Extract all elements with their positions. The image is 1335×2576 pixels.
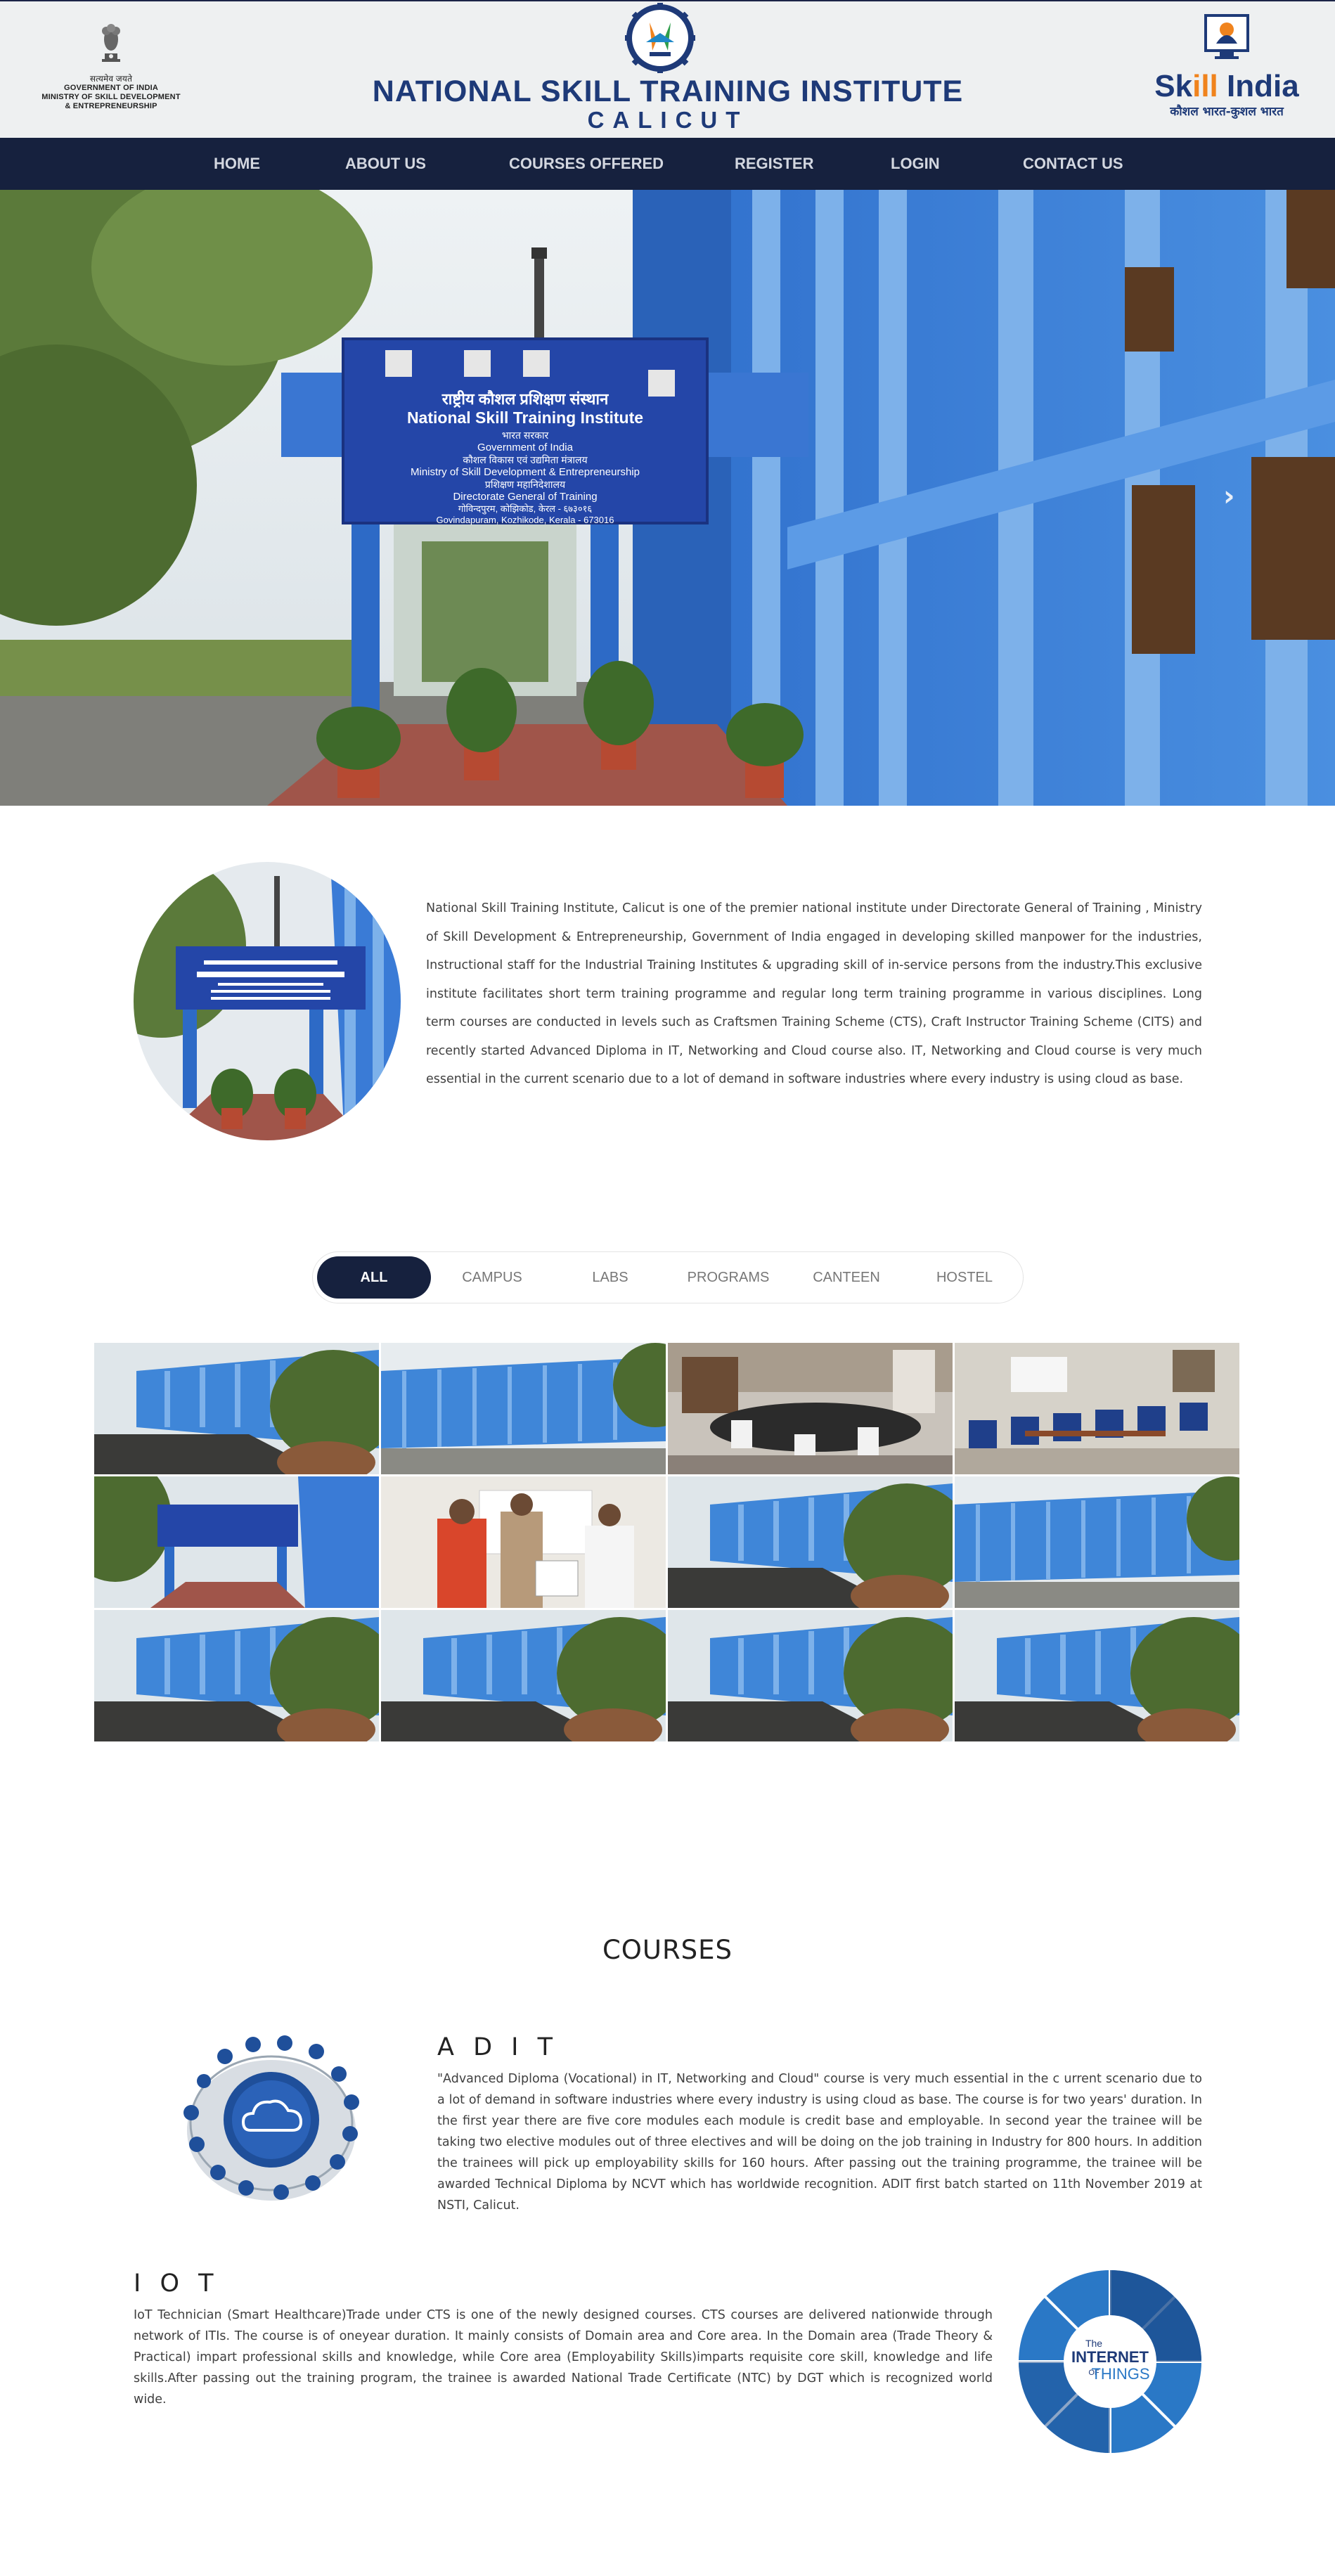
gov-motto-hindi: सत्यमेव जयते xyxy=(89,74,133,84)
gallery-photo[interactable] xyxy=(94,1610,379,1741)
nav-login[interactable]: LOGIN xyxy=(891,138,940,190)
sign-ministry: Ministry of Skill Development & Entrepre… xyxy=(411,466,640,478)
nav-home[interactable]: HOME xyxy=(214,138,260,190)
gov-line-2: MINISTRY OF SKILL DEVELOPMENT xyxy=(41,93,181,101)
sign-hindi-gov: भारत सरकार xyxy=(502,430,549,441)
sign-hindi-title: राष्ट्रीय कौशल प्रशिक्षण संस्थान xyxy=(441,389,609,408)
gallery-photo[interactable] xyxy=(94,1476,379,1608)
cloud-network-illustration xyxy=(183,2035,359,2201)
gallery-photo-image xyxy=(955,1476,1239,1608)
skill-india-tagline: कौशल भारत-कुशल भारत xyxy=(1170,105,1284,119)
filter-canteen-button[interactable]: CANTEEN xyxy=(789,1256,903,1299)
nav-about-us[interactable]: ABOUT US xyxy=(345,138,426,190)
gov-line-1: GOVERNMENT OF INDIA xyxy=(64,84,158,92)
gallery-photo[interactable] xyxy=(668,1343,953,1474)
gallery-photo[interactable] xyxy=(381,1610,666,1741)
gallery-photo-image xyxy=(381,1476,666,1608)
slider-next-arrow-icon[interactable]: › xyxy=(1223,482,1244,510)
gallery-photo[interactable] xyxy=(381,1343,666,1474)
hero-campus-image: राष्ट्रीय कौशल प्रशिक्षण संस्थान Nationa… xyxy=(0,190,1335,806)
gallery-photo-image xyxy=(668,1343,953,1474)
hero-slider: राष्ट्रीय कौशल प्रशिक्षण संस्थान Nationa… xyxy=(0,190,1335,806)
course-adit-title: A D I T xyxy=(437,2033,558,2061)
about-description: National Skill Training Institute, Calic… xyxy=(426,901,1202,1086)
filter-all-button[interactable]: ALL xyxy=(317,1256,431,1299)
sign-hindi-dgt: प्रशिक्षण महानिदेशालय xyxy=(485,479,566,490)
gallery-photo-image xyxy=(668,1476,953,1608)
sign-gov: Government of India xyxy=(477,442,574,453)
course-adit-description: "Advanced Diploma (Vocational) in IT, Ne… xyxy=(437,2072,1202,2213)
gallery-photo-image xyxy=(668,1610,953,1741)
about-entrance-photo xyxy=(134,862,401,1140)
gallery-photo-image xyxy=(94,1343,379,1474)
sign-address: Govindapuram, Kozhikode, Kerala - 673016 xyxy=(437,515,614,525)
skill-india-logo: Skill India कौशल भारत-कुशल भारत xyxy=(1153,13,1301,125)
institute-name: NATIONAL SKILL TRAINING INSTITUTE xyxy=(372,75,964,108)
filter-labs-button[interactable]: LABS xyxy=(553,1256,667,1299)
internet-of-things-illustration: The INTERNET OF THINGS xyxy=(1019,2270,1201,2453)
gallery-photo-image xyxy=(381,1343,666,1474)
photo-gallery xyxy=(94,1343,1240,1742)
nsti-logo-icon[interactable] xyxy=(621,1,699,79)
main-navbar: HOME ABOUT US COURSES OFFERED REGISTER L… xyxy=(0,138,1335,190)
gallery-photo[interactable] xyxy=(955,1610,1239,1741)
skill-india-emblem-icon xyxy=(1204,14,1249,59)
nav-register[interactable]: REGISTER xyxy=(735,138,813,190)
gallery-photo[interactable] xyxy=(381,1476,666,1608)
national-emblem-icon xyxy=(102,24,120,62)
filter-campus-button[interactable]: CAMPUS xyxy=(435,1256,549,1299)
iot-illus-internet: INTERNET xyxy=(1071,2348,1149,2366)
gallery-photo-image xyxy=(955,1343,1239,1474)
gallery-filter-bar: ALL CAMPUS LABS PROGRAMS CANTEEN HOSTEL xyxy=(312,1251,1024,1303)
course-iot-description: IoT Technician (Smart Healthcare)Trade u… xyxy=(134,2308,993,2407)
gov-line-3: & ENTREPRENEURSHIP xyxy=(65,102,157,110)
gallery-photo[interactable] xyxy=(955,1476,1239,1608)
sign-hindi-address: गोविन्दपुरम, कोझिकोड, केरल - ६७३०१६ xyxy=(458,503,592,515)
top-header: सत्यमेव जयते GOVERNMENT OF INDIA MINISTR… xyxy=(0,0,1335,138)
gallery-photo-image xyxy=(94,1476,379,1608)
skill-india-title: Skill India xyxy=(1154,69,1299,103)
gallery-photo-image xyxy=(955,1610,1239,1741)
iot-illus-things: THINGS xyxy=(1091,2365,1149,2383)
gallery-photo-image xyxy=(94,1610,379,1741)
gallery-photo[interactable] xyxy=(668,1476,953,1608)
gallery-photo[interactable] xyxy=(94,1343,379,1474)
courses-heading: COURSES xyxy=(602,1935,733,1965)
nav-courses-offered[interactable]: COURSES OFFERED xyxy=(509,138,664,190)
filter-hostel-button[interactable]: HOSTEL xyxy=(908,1256,1021,1299)
iot-illus-the: The xyxy=(1085,2338,1102,2349)
institute-city: CALICUT xyxy=(587,107,749,133)
course-iot-title: I O T xyxy=(134,2269,219,2298)
gallery-photo-image xyxy=(381,1610,666,1741)
government-of-india-logo: सत्यमेव जयते GOVERNMENT OF INDIA MINISTR… xyxy=(34,18,188,117)
sign-dgt: Directorate General of Training xyxy=(453,491,597,503)
sign-title: National Skill Training Institute xyxy=(407,408,643,427)
sign-hindi-ministry: कौशल विकास एवं उद्यमिता मंत्रालय xyxy=(463,454,588,465)
nav-contact-us[interactable]: CONTACT US xyxy=(1023,138,1123,190)
filter-programs-button[interactable]: PROGRAMS xyxy=(671,1256,785,1299)
gallery-photo[interactable] xyxy=(955,1343,1239,1474)
gallery-photo[interactable] xyxy=(668,1610,953,1741)
